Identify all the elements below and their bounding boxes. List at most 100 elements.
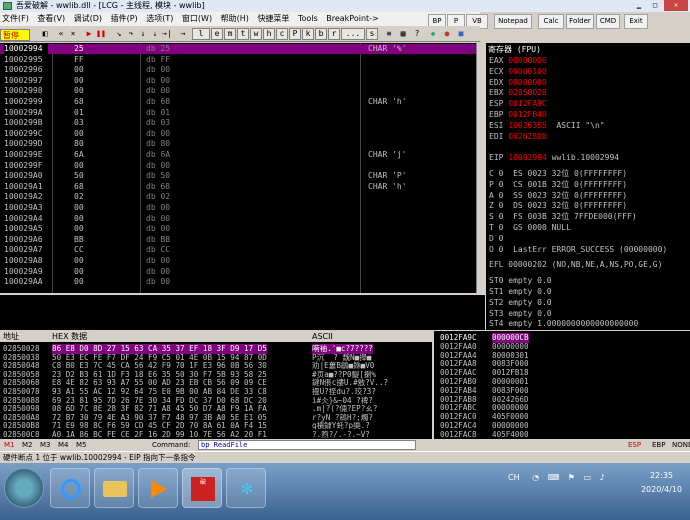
tool-h[interactable]: h [263,28,275,40]
flag-row[interactable]: C 0 ES 0023 32位 0(FFFFFFFF) [489,169,627,179]
execute-till-return-icon[interactable]: →| [162,29,172,39]
keyboard-icon[interactable]: ⌨ [548,473,560,482]
disasm-row[interactable]: 10002999 68 db 68 CHAR 'h' [0,97,476,107]
taskbar-media-icon[interactable] [138,468,178,508]
exit-button[interactable]: Exit [624,14,648,29]
disasm-row[interactable]: 100029A5 00 db 00 [0,224,476,234]
cmd-button[interactable]: CMD [596,14,620,29]
menu-debug[interactable]: 调试(D) [74,14,102,23]
disasm-row[interactable]: 10002995 FF db FF [0,55,476,65]
tool-k[interactable]: k [302,28,314,40]
disassembly-scrollbar[interactable] [476,43,485,293]
flag-row[interactable]: T 0 GS 0000 NULL [489,223,571,233]
disasm-row[interactable]: 1000299C 00 db 00 [0,129,476,139]
disasm-row[interactable]: 10002997 00 db 00 [0,76,476,86]
input-language[interactable]: CH [508,473,520,482]
disasm-row[interactable]: 10002998 00 db 00 [0,86,476,96]
menu-plugins[interactable]: 插件(P) [111,14,138,23]
tool-m[interactable]: m [224,28,236,40]
disasm-row[interactable]: 100029A2 02 db 02 [0,192,476,202]
stack-pane[interactable]: 0012FA9C 000000CB 0012FAA0 00000000 0012FAA4… [434,331,690,439]
minimize-icon[interactable]: ▁ [632,0,646,11]
tiles-icon[interactable]: ▦ [398,29,408,39]
flag-row[interactable]: D 0 [489,234,503,244]
list-icon[interactable]: ≡ [384,29,394,39]
volume-icon[interactable]: ♪ [600,473,605,482]
open-icon[interactable]: ◧ [40,29,50,39]
menu-tools[interactable]: Tools [298,14,318,23]
tab-m4[interactable]: M4 [58,439,69,451]
help-tray-icon[interactable]: ◔ [532,473,539,482]
disasm-row[interactable]: 100029A8 00 db 00 [0,256,476,266]
flag-row[interactable]: A 0 SS 0023 32位 0(FFFFFFFF) [489,191,627,201]
disasm-row[interactable]: 100029A0 50 db 50 CHAR 'P' [0,171,476,181]
disasm-row[interactable]: 100029A7 CC db CC [0,245,476,255]
maximize-icon[interactable]: □ [648,0,662,11]
memory-dump-pane[interactable]: 地址 HEX 数据 ASCII 02850028 86 E8 D0 8D 27 1… [0,331,432,439]
disasm-row[interactable]: 10002996 00 db 00 [0,65,476,75]
close-debug-icon[interactable]: × [68,29,78,39]
tab-m1[interactable]: M1 [4,439,15,451]
flag-row[interactable]: Z 0 DS 0023 32位 0(FFFFFFFF) [489,201,627,211]
menu-view[interactable]: 查看(V) [37,14,65,23]
register-row[interactable]: EAX 00000006 [489,56,556,66]
tool-b[interactable]: b [315,28,327,40]
plugin-icon-2[interactable]: ● [442,29,452,39]
command-input[interactable]: bp ReadFile [198,440,416,450]
tool-ellipsis[interactable]: ... [341,28,365,40]
taskbar-tool-icon[interactable]: ✻ [226,468,266,508]
step-over-icon[interactable]: ↷ [126,29,136,39]
disasm-row[interactable]: 1000299F 00 db 00 [0,161,476,171]
restart-icon[interactable]: « [56,29,66,39]
pause-icon[interactable]: ❚❚ [96,29,106,39]
disassembly-pane[interactable]: 10002994 25 db 25 CHAR '%' 10002995 FF db FF 10… [0,43,476,293]
disasm-row[interactable]: 1000299D 80 db 80 [0,139,476,149]
fpu-row[interactable]: ST0 empty 0.0 [489,276,552,286]
run-icon[interactable]: ▶ [84,29,94,39]
menu-options[interactable]: 选项(T) [146,14,173,23]
start-button[interactable] [4,468,44,508]
trace-into-icon[interactable]: ↓ [138,29,148,39]
tab-m5[interactable]: M5 [76,439,87,451]
flag-row[interactable]: P 0 CS 001B 32位 0(FFFFFFFF) [489,180,627,190]
eip-row[interactable]: EIP 10002994 wwlib.10002994 [489,153,619,163]
stack-row[interactable]: 0012FAC8 405F4000 [434,430,690,439]
register-row[interactable]: EBX 02850028 [489,88,556,98]
register-row[interactable]: ESI 10026355 ASCII "\n" [489,121,605,131]
menu-shortcut[interactable]: 快捷菜单 [257,14,289,23]
tab-m3[interactable]: M3 [40,439,51,451]
menu-breakpoint[interactable]: BreakPoint-> [326,14,379,23]
efl-row[interactable]: EFL 00000202 (NO,NB,NE,A,NS,PO,GE,G) [489,260,662,270]
network-icon[interactable]: ▭ [584,473,592,482]
menu-file[interactable]: 文件(F) [0,14,29,23]
fpu-row[interactable]: ST2 empty 0.0 [489,298,552,308]
step-into-icon[interactable]: ↘ [114,29,124,39]
tool-c[interactable]: c [276,28,288,40]
help-icon[interactable]: ? [412,29,422,39]
trace-over-icon[interactable]: ⇣ [150,29,160,39]
taskbar-explorer-icon[interactable] [94,468,134,508]
register-row[interactable]: EDX 00000000 [489,78,556,88]
tool-r[interactable]: r [328,28,340,40]
clock[interactable]: 22:35 2020/4/10 [641,469,682,497]
disasm-row[interactable]: 100029A3 00 db 00 [0,203,476,213]
disasm-row[interactable]: 1000299B 03 db 03 [0,118,476,128]
tool-w[interactable]: w [250,28,262,40]
none-toggle[interactable]: NONE [672,439,690,451]
disasm-row[interactable]: 100029A9 00 db 00 [0,267,476,277]
disasm-row[interactable]: 10002994 25 db 25 CHAR '%' [0,44,476,55]
dump-row[interactable]: 028500C8 A0 1A 86 BC FE CE 2F 16 2D 99 10… [0,430,432,439]
fpu-row[interactable]: ST3 empty 0.0 [489,309,552,319]
tool-p[interactable]: P [289,28,301,40]
registers-pane[interactable]: 寄存器 (FPU) EAX 00000006 ECX 00000100 EDX … [486,43,690,330]
register-row[interactable]: EBP 0012FB40 [489,110,556,120]
plugin-icon-3[interactable]: ■ [456,29,466,39]
taskbar-ie-icon[interactable] [50,468,90,508]
fpu-row[interactable]: ST4 empty 1.0000000000000000000 [489,319,638,329]
flag-icon[interactable]: ⚑ [568,473,575,482]
esp-toggle[interactable]: ESP [628,439,641,451]
notepad-button[interactable]: Notepad [494,14,532,29]
disasm-row[interactable]: 100029A1 68 db 68 CHAR 'h' [0,182,476,192]
disasm-row[interactable]: 100029AA 00 db 00 [0,277,476,287]
disasm-row[interactable]: 1000299E 6A db 6A CHAR 'j' [0,150,476,160]
